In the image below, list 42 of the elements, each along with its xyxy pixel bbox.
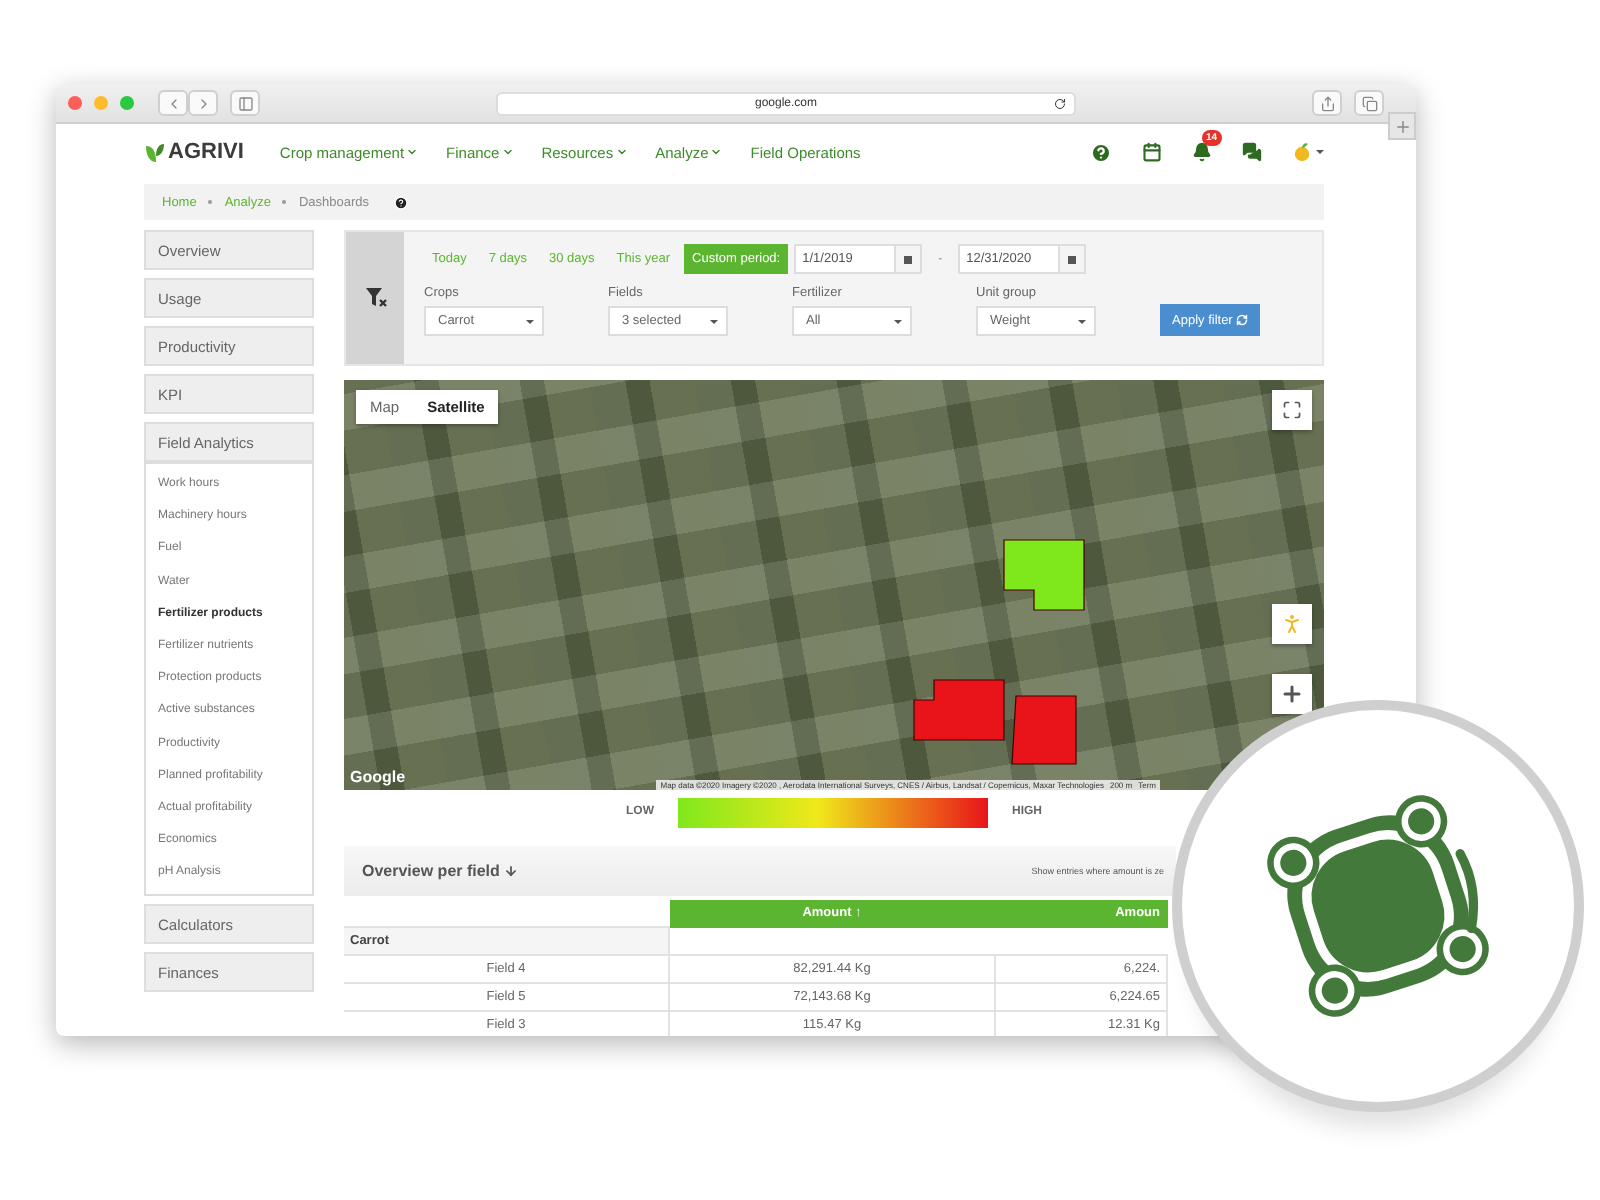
section-title: Overview per field	[362, 862, 500, 880]
clear-filter-icon[interactable]	[363, 286, 387, 310]
caret-icon[interactable]	[615, 146, 628, 158]
share-button[interactable]	[1312, 90, 1342, 116]
caret-icon[interactable]	[526, 319, 534, 323]
leaf-logo-icon	[144, 141, 166, 163]
caret-icon[interactable]	[710, 146, 723, 158]
share-icon[interactable]	[1319, 95, 1335, 111]
calendar-button[interactable]	[894, 244, 923, 274]
zoom-in-button[interactable]	[1272, 674, 1312, 714]
sidebar-button[interactable]	[230, 90, 260, 116]
calendar-icon[interactable]	[1142, 142, 1162, 162]
sort-arrow-icon[interactable]	[503, 864, 518, 878]
fullscreen-button[interactable]	[1272, 390, 1312, 430]
sidebar-icon[interactable]	[237, 95, 253, 111]
help-icon[interactable]	[393, 195, 408, 209]
caret-icon[interactable]	[894, 319, 902, 323]
calendar-icon[interactable]	[1068, 255, 1077, 263]
caret-icon[interactable]	[406, 146, 419, 158]
caret-icon[interactable]	[501, 146, 514, 158]
field-polygon[interactable]	[1011, 695, 1077, 765]
maximize-window-button[interactable]	[120, 96, 134, 110]
close-window-button[interactable]	[68, 96, 82, 110]
new-tab-button[interactable]	[1388, 112, 1416, 140]
help-icon[interactable]	[1090, 141, 1112, 163]
field-polygon[interactable]	[913, 679, 1005, 741]
caret-icon[interactable]	[1316, 150, 1324, 154]
map-logo: Google	[350, 768, 406, 786]
bell-icon[interactable]	[1192, 142, 1212, 162]
caret-icon[interactable]	[1078, 319, 1086, 323]
field-polygon[interactable]	[1003, 539, 1085, 611]
plus-icon[interactable]	[1280, 682, 1304, 706]
chat-icon[interactable]	[1242, 142, 1262, 162]
refresh-icon[interactable]	[1236, 314, 1249, 326]
reload-icon[interactable]	[1054, 97, 1066, 109]
tabs-button[interactable]	[1354, 90, 1384, 116]
brand-name: AGRIVI	[168, 140, 244, 164]
calendar-button[interactable]	[1058, 244, 1087, 274]
calendar-icon[interactable]	[904, 255, 913, 263]
caret-icon[interactable]	[710, 319, 718, 323]
tabs-icon[interactable]	[1361, 95, 1377, 111]
fullscreen-icon[interactable]	[1282, 400, 1302, 420]
